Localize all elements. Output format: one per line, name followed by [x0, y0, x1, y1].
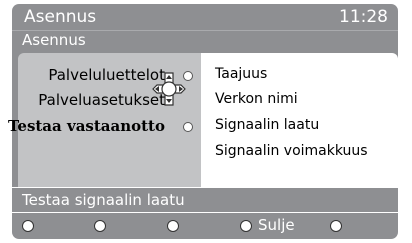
- menu-item-testaa-vastaanotto[interactable]: Testaa vastaanotto: [8, 117, 165, 135]
- status-text: Testaa signaalin laatu: [22, 191, 185, 209]
- color-button-bar: Sulje: [12, 213, 398, 239]
- sub-menu: Taajuus Verkon nimi Signaalin laatu Sign…: [201, 53, 398, 187]
- submenu-item-verkon-nimi[interactable]: Verkon nimi: [215, 91, 298, 107]
- option-button-icon[interactable]: [330, 220, 342, 232]
- red-button-icon[interactable]: [22, 220, 34, 232]
- menu-item-label: Palveluasetukset: [38, 91, 165, 109]
- navigation-cross-icon: [152, 72, 186, 106]
- subheader: Asennus: [12, 30, 398, 51]
- menu-item-palveluluettelot[interactable]: Palveluluettelot: [48, 66, 165, 84]
- close-button-label[interactable]: Sulje: [258, 216, 295, 234]
- submenu-item-signaalin-laatu[interactable]: Signaalin laatu: [215, 117, 319, 133]
- menu-item-palveluasetukset[interactable]: Palveluasetukset: [38, 91, 165, 109]
- yellow-button-icon[interactable]: [167, 220, 179, 232]
- status-bar: Testaa signaalin laatu: [12, 188, 398, 212]
- tv-menu-screen: Asennus 11:28 Asennus Palveluluettelot P…: [0, 0, 412, 243]
- menu-item-label: Testaa vastaanotto: [7, 117, 165, 135]
- title-bar: Asennus 11:28: [12, 4, 398, 30]
- clock: 11:28: [339, 7, 388, 27]
- submenu-item-signaalin-voimakkuus[interactable]: Signaalin voimakkuus: [215, 143, 368, 159]
- green-button-icon[interactable]: [94, 220, 106, 232]
- header-title: Asennus: [24, 7, 97, 27]
- bullet-icon: [183, 122, 193, 132]
- menu-item-label: Palveluluettelot: [48, 66, 165, 84]
- subheader-title: Asennus: [22, 31, 86, 49]
- submenu-item-taajuus[interactable]: Taajuus: [215, 66, 267, 82]
- main-menu: Palveluluettelot Palveluasetukset Testaa…: [8, 53, 201, 187]
- menu-content: Palveluluettelot Palveluasetukset Testaa…: [8, 51, 398, 187]
- blue-button-icon[interactable]: [240, 220, 252, 232]
